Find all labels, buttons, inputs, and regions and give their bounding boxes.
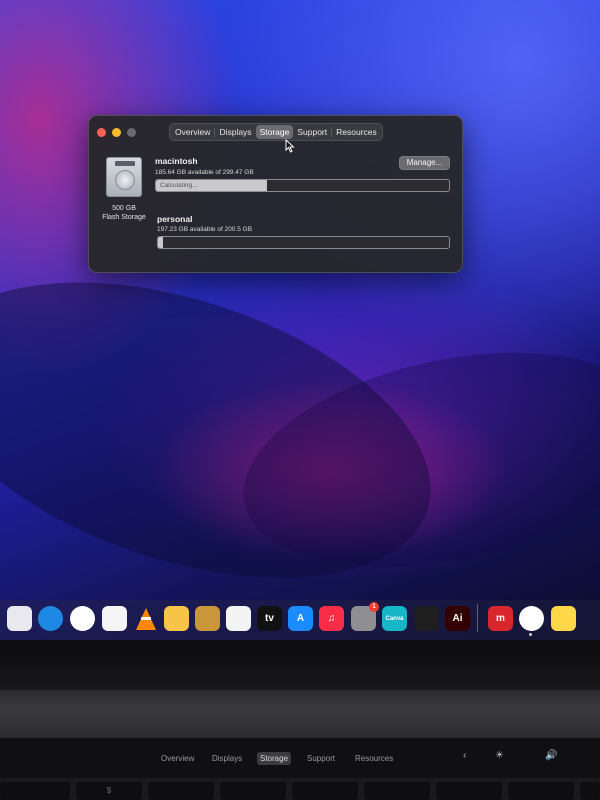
volume-usage-bar: Calculating... [155, 179, 450, 192]
tab-resources[interactable]: Resources [332, 125, 381, 139]
keyboard-key[interactable] [580, 782, 600, 800]
keyboard-key[interactable] [220, 782, 286, 800]
zoom-button[interactable] [127, 128, 136, 137]
volume-info: 197.23 GB available of 200.5 GB [157, 226, 253, 233]
keyboard-key[interactable] [436, 782, 502, 800]
keyboard-key[interactable] [0, 782, 70, 800]
touchbar-displays[interactable]: Displays [209, 752, 245, 765]
tab-overview[interactable]: Overview [171, 125, 214, 139]
volume-usage-bar [157, 236, 450, 249]
manage-button[interactable]: Manage... [399, 156, 450, 170]
disk-capacity: 500 GB [112, 205, 136, 212]
safari-icon[interactable] [38, 606, 63, 631]
volume-name: personal [157, 214, 193, 224]
disk-caption: 500 GB Flash Storage [93, 204, 155, 222]
volume-info: 185.64 GB available of 299.47 GB [155, 169, 254, 176]
touchbar-support[interactable]: Support [304, 752, 338, 765]
usage-fill [158, 237, 163, 248]
window-controls [97, 128, 136, 137]
close-button[interactable] [97, 128, 106, 137]
tab-support[interactable]: Support [293, 125, 331, 139]
canva-icon[interactable]: Canva [382, 606, 407, 631]
chrome-icon[interactable] [519, 606, 544, 631]
keyboard-key[interactable] [148, 782, 214, 800]
touch-bar [0, 738, 600, 778]
drive-platter [115, 170, 135, 190]
system-preferences-icon[interactable]: 1 [351, 602, 379, 631]
launchpad-icon[interactable] [7, 606, 32, 631]
photos-icon[interactable] [102, 606, 127, 631]
archiver-icon[interactable] [164, 606, 189, 631]
drive-label-strip [115, 161, 135, 166]
chevron-left-icon[interactable]: ‹ [463, 750, 466, 761]
figma-icon[interactable] [414, 606, 439, 631]
desktop-wallpaper [0, 0, 600, 640]
vlc-icon[interactable] [133, 606, 158, 631]
minimize-button[interactable] [112, 128, 121, 137]
tab-storage[interactable]: Storage [255, 125, 294, 139]
keyboard-key[interactable]: $ [76, 782, 142, 800]
reminders-icon[interactable] [226, 606, 251, 631]
music-icon[interactable]: ♫ [319, 606, 344, 631]
contacts-icon[interactable] [195, 606, 220, 631]
opera-icon[interactable] [70, 606, 95, 631]
tab-displays[interactable]: Displays [215, 125, 255, 139]
mouse-cursor-icon [285, 139, 295, 153]
tab-bar: Overview Displays Storage Support Resour… [169, 123, 383, 141]
apple-tv-icon[interactable]: tv [257, 606, 282, 631]
about-this-mac-window: Overview Displays Storage Support Resour… [88, 115, 463, 273]
volume-icon[interactable]: 🔊 [545, 750, 557, 761]
volume-name: macintosh [155, 156, 198, 166]
brightness-icon[interactable]: ☀ [495, 750, 504, 761]
touchbar-resources[interactable]: Resources [352, 752, 396, 765]
dock-separator [477, 604, 478, 632]
keyboard-key[interactable] [508, 782, 574, 800]
app-store-icon[interactable]: A [288, 606, 313, 631]
hard-drive-icon [106, 157, 142, 197]
keyboard-key[interactable] [292, 782, 358, 800]
mega-icon[interactable]: m [488, 606, 513, 631]
touchbar-storage[interactable]: Storage [257, 752, 292, 765]
notification-badge: 1 [369, 602, 379, 612]
touchbar-overview[interactable]: Overview [158, 752, 197, 765]
running-indicator [529, 633, 532, 636]
screen-bezel [0, 640, 600, 690]
keyboard-key[interactable] [364, 782, 430, 800]
calculating-label: Calculating... [160, 182, 198, 189]
laptop-hinge [0, 690, 600, 738]
notes-icon[interactable] [551, 606, 576, 631]
illustrator-icon[interactable]: Ai [445, 606, 470, 631]
disk-type: Flash Storage [102, 214, 146, 221]
